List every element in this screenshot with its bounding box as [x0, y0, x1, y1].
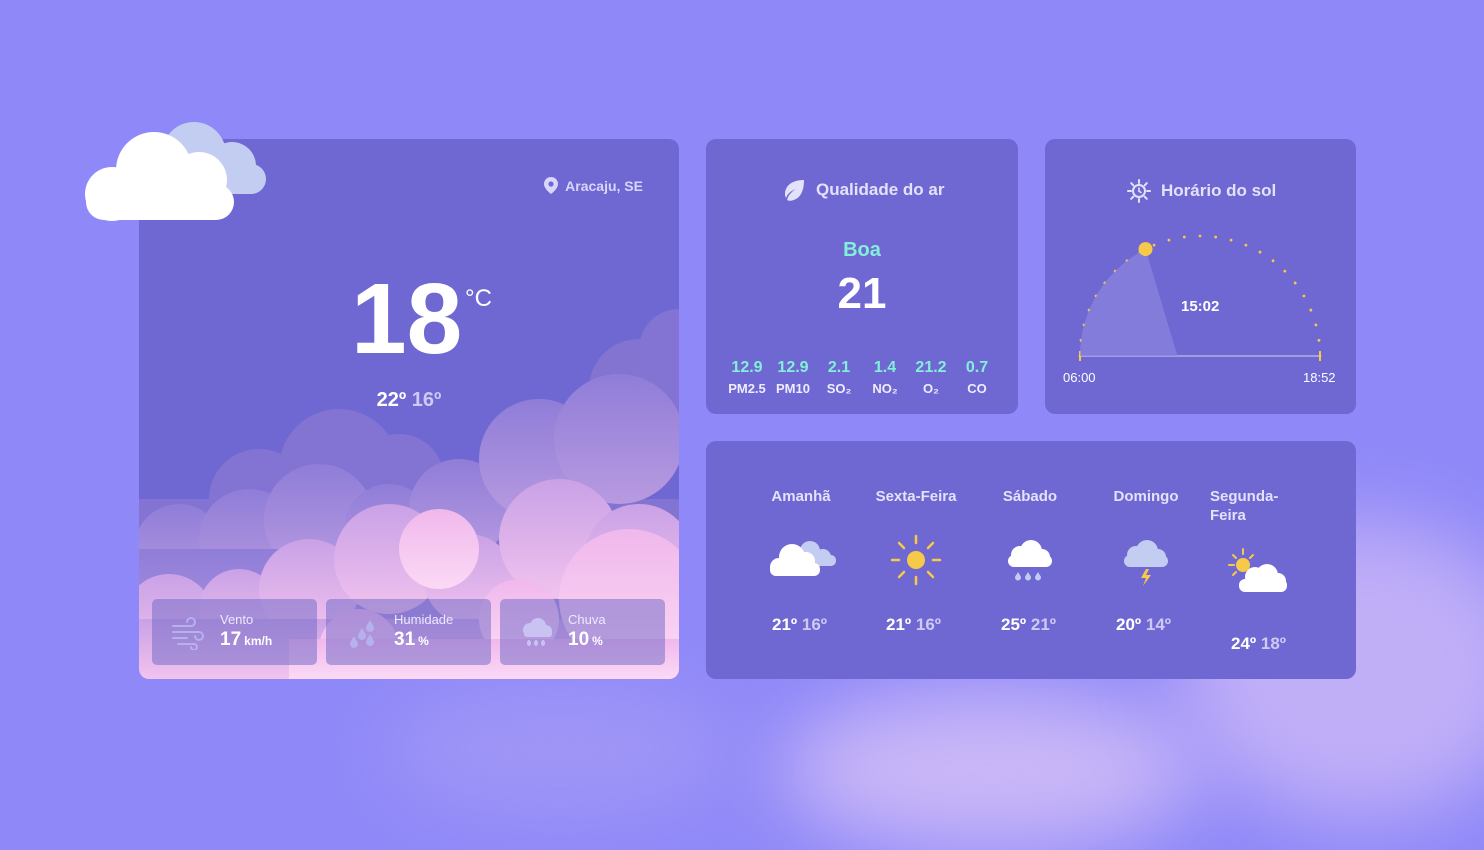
rain-stat: Chuva 10%: [500, 599, 665, 665]
rain-icon: [1008, 540, 1052, 581]
sun-arc-dot: [1271, 259, 1275, 263]
pollutant-name: PM2.5: [728, 381, 766, 396]
low-temperature: 16º: [411, 389, 442, 411]
sun-icon: [890, 534, 942, 586]
sun-arc-dot: [1258, 250, 1262, 254]
forecast-temps: 21º 16º: [886, 615, 941, 634]
wind-stat: Vento 17 km/h: [152, 599, 317, 665]
sun-times-card: Horário do sol 06:00 18:52 15:02: [1045, 139, 1356, 414]
current-time: 15:02: [1181, 298, 1220, 315]
forecast-day: Amanhã 21º 16º: [762, 487, 840, 677]
sunrise-time: 06:00: [1063, 370, 1096, 385]
forecast-temps: 25º 21º: [1001, 615, 1056, 634]
rain-value: 10%: [568, 629, 603, 650]
pollutant-name: O₂: [923, 381, 939, 396]
sun-arc-dot: [1229, 238, 1233, 242]
pollutant-value: 1.4: [873, 359, 897, 376]
humidity-label: Humidade: [394, 612, 454, 627]
location-label: Aracaju, SE: [565, 177, 643, 194]
air-quality-card: Qualidade do ar Boa 21 12.9 PM2.5 12.9 P…: [706, 139, 1018, 414]
forecast-day-name: Amanhã: [771, 488, 831, 505]
thunderstorm-icon: [1124, 540, 1168, 586]
air-quality-title: Qualidade do ar: [816, 180, 945, 199]
pollutant-value: 12.9: [777, 359, 809, 376]
pollutant-pm25: 12.9 PM2.5: [724, 359, 770, 396]
air-quality-header: Qualidade do ar: [782, 179, 944, 201]
pollutant-pm10: 12.9 PM10: [770, 359, 816, 396]
sun-arc-dot: [1283, 269, 1287, 273]
sun-arc-dot: [1309, 308, 1313, 312]
location-pin-icon: [544, 177, 559, 194]
forecast-day-name: Domingo: [1113, 488, 1179, 505]
leaf-icon: [784, 180, 804, 201]
forecast-temps: 24º 18º: [1231, 634, 1286, 653]
forecast-card: Amanhã 21º 16º Sexta-Feira 21º 16º Sábad…: [706, 441, 1356, 679]
pollutant-name: NO₂: [872, 381, 898, 396]
partly-cloudy-icon: [770, 541, 836, 576]
pollutant-name: PM10: [776, 381, 810, 396]
pollutant-co: 0.7 CO: [954, 359, 1000, 396]
elapsed-daylight-area: [1080, 249, 1178, 356]
cloud-icon: [85, 122, 266, 221]
forecast-day: Domingo 20º 14º: [1109, 487, 1183, 677]
wind-value: 17 km/h: [220, 629, 273, 650]
sunset-time: 18:52: [1303, 370, 1336, 385]
forecast-day: Segunda-Feira 24º 18º: [1210, 487, 1310, 677]
forecast-day-name: Sexta-Feira: [875, 488, 957, 505]
high-temperature: 22º: [376, 389, 407, 411]
forecast-day-name: Segunda-Feira: [1210, 488, 1279, 524]
air-quality-index: 21: [837, 269, 887, 318]
humidity-icon: [350, 620, 374, 648]
location[interactable]: Aracaju, SE: [544, 177, 643, 194]
forecast-day: Sábado 25º 21º: [994, 487, 1066, 677]
sun-arc-dot: [1182, 235, 1186, 239]
air-quality-status: Boa: [843, 239, 881, 261]
wind-icon: [172, 617, 204, 650]
pollutant-name: CO: [967, 381, 987, 396]
sun-arc-dot: [1302, 294, 1306, 298]
forecast-day-name: Sábado: [1002, 488, 1058, 505]
pollutant-value: 21.2: [915, 359, 947, 376]
humidity-value: 31%: [394, 629, 429, 650]
pollutant-value: 12.9: [731, 359, 763, 376]
sun-arc-dot: [1317, 338, 1321, 342]
pollutant-name: SO₂: [826, 381, 852, 396]
pollutant-so2: 2.1 SO₂: [816, 359, 862, 396]
forecast-day: Sexta-Feira 21º 16º: [872, 487, 960, 677]
forecast-temps: 21º 16º: [772, 615, 827, 634]
sun-arc-dot: [1167, 238, 1171, 242]
sun-arc-dot: [1293, 281, 1297, 285]
temperature-unit: °C: [465, 285, 492, 312]
current-temperature: 18: [351, 263, 463, 375]
high-low-temperature: 22º 16º: [139, 389, 679, 412]
sun-arc-dot: [1244, 243, 1248, 247]
pollutant-value: 0.7: [965, 359, 989, 376]
forecast-temps: 20º 14º: [1116, 615, 1171, 634]
rain-cloud-icon: [523, 618, 552, 646]
pollutant-no2: 1.4 NO₂: [862, 359, 908, 396]
sun-cloud-icon: [1228, 548, 1287, 592]
sun-arc-dot: [1318, 354, 1322, 358]
humidity-stat: Humidade 31%: [326, 599, 491, 665]
wind-label: Vento: [220, 612, 254, 627]
sun-arc-dot: [1314, 323, 1318, 327]
pollutant-value: 2.1: [827, 359, 851, 376]
sun-arc-dot: [1152, 243, 1156, 247]
rain-label: Chuva: [568, 612, 606, 627]
sun-arc-dot: [1198, 234, 1202, 238]
sun-position-marker: [1138, 242, 1153, 257]
sun-arc-dot: [1214, 235, 1218, 239]
pollutant-o2: 21.2 O₂: [908, 359, 954, 396]
